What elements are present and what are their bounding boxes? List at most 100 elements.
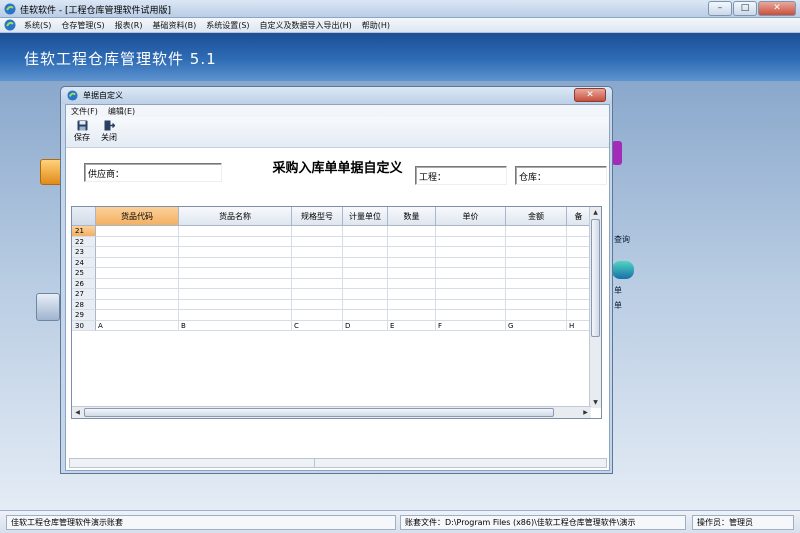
row-number-cell[interactable]: 21 bbox=[72, 226, 96, 237]
column-header-spec[interactable]: 规格型号 bbox=[292, 207, 343, 226]
menu-custom-import-export[interactable]: 自定义及数据导入导出(H) bbox=[255, 20, 357, 31]
dialog-menu-file[interactable]: 文件(F) bbox=[66, 106, 103, 117]
menu-inventory[interactable]: 仓存管理(S) bbox=[56, 20, 109, 31]
grid-cell[interactable]: C bbox=[292, 320, 343, 331]
grid-cell[interactable]: E bbox=[388, 320, 436, 331]
grid-cell[interactable] bbox=[96, 299, 179, 310]
grid-cell[interactable] bbox=[96, 289, 179, 300]
grid-cell[interactable] bbox=[343, 289, 388, 300]
row-number-cell[interactable]: 23 bbox=[72, 247, 96, 258]
grid-cell[interactable] bbox=[567, 299, 591, 310]
project-field[interactable]: 工程： bbox=[415, 166, 507, 185]
grid-cell[interactable] bbox=[179, 310, 292, 321]
table-row[interactable]: 27 bbox=[72, 289, 591, 300]
grid-cell[interactable]: A bbox=[96, 320, 179, 331]
desktop-shortcut-icon[interactable] bbox=[612, 141, 622, 165]
grid-cell[interactable] bbox=[179, 268, 292, 279]
grid-cell[interactable] bbox=[96, 268, 179, 279]
row-number-cell[interactable]: 24 bbox=[72, 257, 96, 268]
grid-cell[interactable] bbox=[506, 278, 567, 289]
grid-cell[interactable] bbox=[292, 289, 343, 300]
table-row[interactable]: 29 bbox=[72, 310, 591, 321]
column-header-quantity[interactable]: 数量 bbox=[388, 207, 436, 226]
menu-help[interactable]: 帮助(H) bbox=[357, 20, 395, 31]
table-row[interactable]: 28 bbox=[72, 299, 591, 310]
grid-horizontal-scrollbar[interactable]: ◀ ▶ bbox=[72, 406, 591, 418]
grid-cell[interactable] bbox=[436, 289, 506, 300]
column-header-amount[interactable]: 金额 bbox=[506, 207, 567, 226]
close-button[interactable]: ✕ bbox=[758, 1, 796, 16]
grid-cell[interactable] bbox=[96, 236, 179, 247]
grid-cell[interactable] bbox=[506, 236, 567, 247]
menu-settings[interactable]: 系统设置(S) bbox=[201, 20, 254, 31]
scroll-up-icon[interactable]: ▲ bbox=[590, 207, 601, 218]
row-number-cell[interactable]: 25 bbox=[72, 268, 96, 279]
scroll-down-icon[interactable]: ▼ bbox=[590, 397, 601, 408]
grid-cell[interactable] bbox=[506, 268, 567, 279]
dialog-titlebar[interactable]: 单据自定义 ✕ bbox=[61, 87, 612, 104]
grid-cell[interactable] bbox=[96, 247, 179, 258]
maximize-button[interactable]: □ bbox=[733, 1, 757, 16]
table-row[interactable]: 22 bbox=[72, 236, 591, 247]
dialog-close-button[interactable]: ✕ bbox=[574, 88, 606, 102]
horizontal-scroll-thumb[interactable] bbox=[84, 408, 554, 417]
desktop-label-doc[interactable]: 单 bbox=[614, 285, 622, 296]
grid-cell[interactable] bbox=[567, 236, 591, 247]
desktop-label-query[interactable]: 查询 bbox=[614, 234, 630, 245]
grid-cell[interactable]: F bbox=[436, 320, 506, 331]
desktop-shortcut-icon[interactable] bbox=[36, 293, 60, 321]
grid-cell[interactable] bbox=[388, 268, 436, 279]
grid-cell[interactable] bbox=[343, 310, 388, 321]
grid-cell[interactable] bbox=[567, 310, 591, 321]
scroll-right-icon[interactable]: ▶ bbox=[580, 407, 591, 418]
grid-cell[interactable] bbox=[96, 257, 179, 268]
row-number-cell[interactable]: 30 bbox=[72, 320, 96, 331]
grid-cell[interactable] bbox=[436, 247, 506, 258]
table-row[interactable]: 25 bbox=[72, 268, 591, 279]
grid-cell[interactable] bbox=[343, 268, 388, 279]
table-row[interactable]: 21 bbox=[72, 226, 591, 237]
column-header-item-name[interactable]: 货品名称 bbox=[179, 207, 292, 226]
desktop-shortcut-icon[interactable] bbox=[612, 261, 634, 279]
document-grid[interactable]: 货品代码 货品名称 规格型号 计量单位 数量 单价 金额 备 21 22 23 24 2… bbox=[71, 206, 602, 419]
grid-cell[interactable] bbox=[179, 257, 292, 268]
table-row[interactable]: 23 bbox=[72, 247, 591, 258]
grid-cell[interactable] bbox=[388, 310, 436, 321]
row-number-cell[interactable]: 28 bbox=[72, 299, 96, 310]
menu-reports[interactable]: 报表(R) bbox=[110, 20, 148, 31]
grid-cell[interactable] bbox=[506, 226, 567, 237]
grid-cell[interactable] bbox=[388, 257, 436, 268]
grid-cell[interactable] bbox=[567, 247, 591, 258]
minimize-button[interactable]: – bbox=[708, 1, 732, 16]
scroll-left-icon[interactable]: ◀ bbox=[72, 407, 83, 418]
grid-cell[interactable] bbox=[292, 299, 343, 310]
grid-cell[interactable] bbox=[567, 257, 591, 268]
column-header-unit[interactable]: 计量单位 bbox=[343, 207, 388, 226]
grid-cell[interactable] bbox=[436, 278, 506, 289]
supplier-field[interactable]: 供应商： bbox=[84, 163, 222, 182]
grid-cell[interactable] bbox=[506, 257, 567, 268]
grid-cell[interactable] bbox=[343, 278, 388, 289]
grid-cell[interactable] bbox=[436, 236, 506, 247]
table-row[interactable]: 30 A B C D E F G H bbox=[72, 320, 591, 331]
grid-cell[interactable] bbox=[388, 278, 436, 289]
grid-cell[interactable] bbox=[292, 268, 343, 279]
grid-cell[interactable] bbox=[343, 236, 388, 247]
row-number-cell[interactable]: 22 bbox=[72, 236, 96, 247]
grid-cell[interactable] bbox=[506, 299, 567, 310]
grid-cell[interactable] bbox=[436, 257, 506, 268]
dialog-menu-edit[interactable]: 编辑(E) bbox=[103, 106, 140, 117]
grid-cell[interactable] bbox=[436, 226, 506, 237]
column-header-item-code[interactable]: 货品代码 bbox=[96, 207, 179, 226]
save-button[interactable]: 保存 bbox=[69, 119, 95, 146]
grid-cell[interactable] bbox=[292, 310, 343, 321]
grid-cell[interactable] bbox=[436, 310, 506, 321]
grid-cell[interactable]: H bbox=[567, 320, 591, 331]
grid-cell[interactable] bbox=[179, 289, 292, 300]
grid-cell[interactable] bbox=[567, 289, 591, 300]
grid-cell[interactable]: D bbox=[343, 320, 388, 331]
grid-cell[interactable] bbox=[436, 268, 506, 279]
grid-vertical-scrollbar[interactable]: ▲ ▼ bbox=[589, 207, 601, 408]
grid-cell[interactable] bbox=[292, 236, 343, 247]
grid-cell[interactable] bbox=[292, 247, 343, 258]
